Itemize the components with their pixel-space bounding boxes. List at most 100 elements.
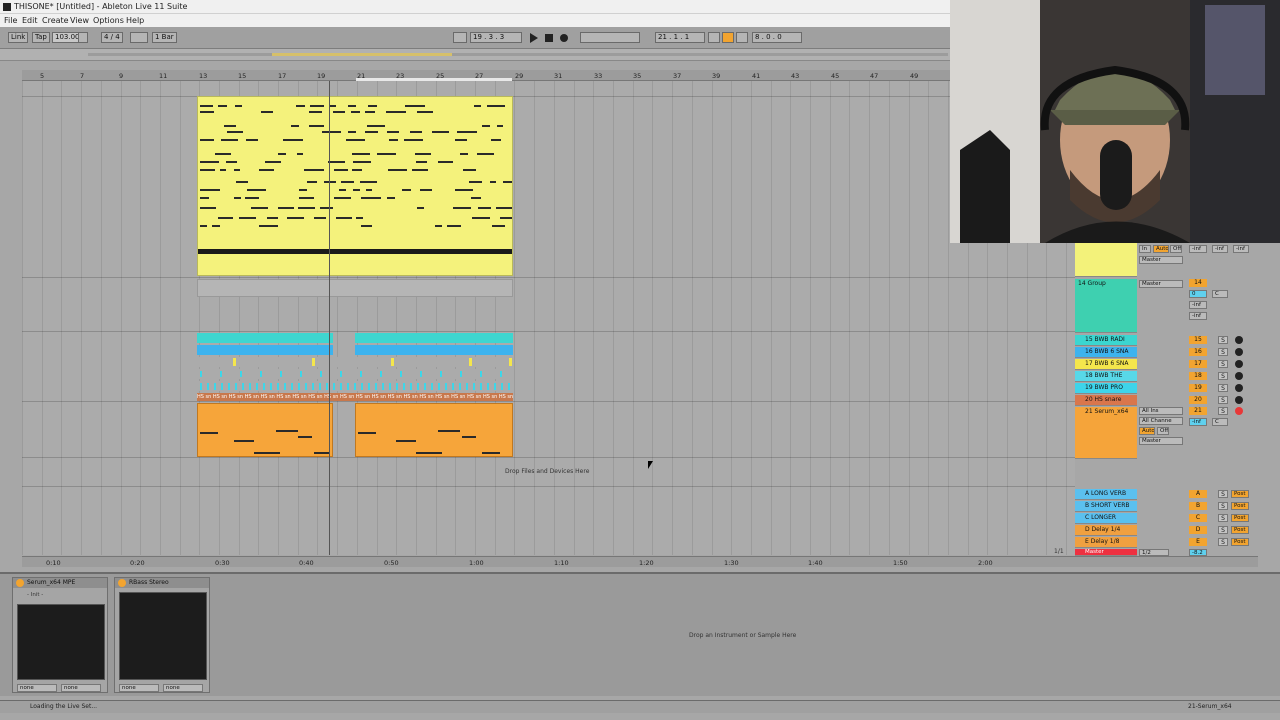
midi-clip-orange-1[interactable]	[197, 403, 333, 457]
device-rbass[interactable]: RBass Stereo none none	[114, 577, 210, 693]
drum-clip-15a[interactable]	[197, 333, 333, 343]
loop-switch-icon[interactable]	[722, 32, 734, 43]
track-number[interactable]: 16	[1189, 348, 1207, 356]
send-field[interactable]: -inf	[1189, 312, 1207, 320]
return-track-a[interactable]: A LONG VERB	[1075, 489, 1137, 500]
solo-button[interactable]: S	[1218, 538, 1228, 546]
arrangement-overview[interactable]	[0, 49, 950, 61]
menu-file[interactable]: File	[4, 16, 17, 25]
return-track-e[interactable]: E Delay 1/8	[1075, 537, 1137, 548]
post-button[interactable]: Post	[1231, 538, 1249, 546]
solo-button[interactable]: S	[1218, 526, 1228, 534]
post-button[interactable]: Post	[1231, 490, 1249, 498]
record-icon[interactable]	[560, 34, 568, 42]
drum-clip-18[interactable]	[197, 369, 513, 379]
solo-button[interactable]: S	[1218, 360, 1228, 368]
drum-clip-20[interactable]: HS sn HS sn HS sn HS sn HS sn HS sn HS s…	[197, 393, 513, 401]
track-number[interactable]: 17	[1189, 360, 1207, 368]
track-header-15[interactable]: 15 BWB RADI	[1075, 335, 1137, 346]
return-track-c[interactable]: C LONGER	[1075, 513, 1137, 524]
return-letter[interactable]: A	[1189, 490, 1207, 498]
track-header-16[interactable]: 16 BWB 6 SNA	[1075, 347, 1137, 358]
menu-options[interactable]: Options	[93, 16, 124, 25]
menu-view[interactable]: View	[70, 16, 89, 25]
pan-field[interactable]: C	[1212, 418, 1228, 426]
loop-length-field[interactable]: 8 . 0 . 0	[752, 32, 802, 43]
output-routing[interactable]: Master	[1139, 256, 1183, 264]
arm-icon[interactable]	[1235, 336, 1243, 344]
solo-button[interactable]: S	[1218, 490, 1228, 498]
master-output[interactable]: 1/2	[1139, 549, 1169, 556]
send-field[interactable]: -inf	[1189, 301, 1207, 309]
output-select[interactable]: none	[61, 684, 101, 692]
power-icon[interactable]	[16, 579, 24, 587]
tap-tempo-button[interactable]: Tap	[32, 32, 50, 43]
track-header-18[interactable]: 18 BWB THE	[1075, 371, 1137, 382]
input-type[interactable]: All Ins	[1139, 407, 1183, 415]
track-number[interactable]: 14	[1189, 279, 1207, 287]
drum-clip-19[interactable]	[197, 381, 513, 391]
input-select[interactable]: none	[17, 684, 57, 692]
solo-button[interactable]: S	[1218, 502, 1228, 510]
group-clip[interactable]	[197, 279, 513, 297]
return-letter[interactable]: B	[1189, 502, 1207, 510]
track-header-20[interactable]: 20 HS snare	[1075, 395, 1137, 406]
solo-button[interactable]: S	[1218, 514, 1228, 522]
off-button[interactable]: Off	[1157, 427, 1169, 435]
arm-icon[interactable]	[1235, 384, 1243, 392]
return-track-b[interactable]: B SHORT VERB	[1075, 501, 1137, 512]
input-channel[interactable]: All Channe	[1139, 417, 1183, 425]
volume-field[interactable]: -inf	[1189, 245, 1207, 253]
auto-button[interactable]: Auto	[1139, 427, 1155, 435]
preset-name[interactable]: - Init -	[27, 592, 43, 598]
output-select[interactable]: none	[163, 684, 203, 692]
arm-icon[interactable]	[1235, 348, 1243, 356]
output-routing[interactable]: Master	[1139, 437, 1183, 445]
track-number[interactable]: 19	[1189, 384, 1207, 392]
punch-out-icon[interactable]	[736, 32, 748, 43]
drum-clip-17[interactable]	[197, 357, 513, 367]
time-ruler[interactable]: 0:10 0:20 0:30 0:40 0:50 1:00 1:10 1:20 …	[22, 556, 1258, 567]
input-button[interactable]: In	[1139, 245, 1151, 253]
solo-button[interactable]: S	[1218, 407, 1228, 415]
send-field[interactable]: -inf	[1233, 245, 1249, 253]
menu-edit[interactable]: Edit	[22, 16, 38, 25]
follow-icon[interactable]	[453, 32, 467, 43]
arm-icon[interactable]	[1235, 407, 1243, 415]
arrangement-position-field[interactable]: 19 . 3 . 3	[470, 32, 522, 43]
plugin-display[interactable]	[17, 604, 105, 680]
master-track[interactable]: Master	[1075, 549, 1137, 556]
nudge-icon[interactable]	[78, 32, 88, 43]
off-button[interactable]: Off	[1170, 245, 1182, 253]
track-header-17[interactable]: 17 BWB 6 SNA	[1075, 359, 1137, 370]
time-signature-field[interactable]: 4 / 4	[101, 32, 123, 43]
menu-help[interactable]: Help	[126, 16, 144, 25]
post-button[interactable]: Post	[1231, 514, 1249, 522]
plugin-display[interactable]	[119, 592, 207, 680]
track-header-19[interactable]: 19 BWB PRO	[1075, 383, 1137, 394]
auto-button[interactable]: Auto	[1153, 245, 1169, 253]
solo-button[interactable]: S	[1218, 384, 1228, 392]
drum-clip-16b[interactable]	[355, 345, 513, 355]
volume-field[interactable]: 0	[1189, 290, 1207, 298]
bar-ruler[interactable]: 5 7 9 11 13 15 17 19 21 23 25 27 29 31 3…	[22, 70, 950, 81]
track-number[interactable]: 18	[1189, 372, 1207, 380]
pan-field[interactable]: C	[1212, 290, 1228, 298]
drum-clip-15b[interactable]	[355, 333, 513, 343]
arrangement-view[interactable]: HS sn HS sn HS sn HS sn HS sn HS sn HS s…	[22, 81, 1075, 555]
master-volume[interactable]: -8.2	[1189, 549, 1207, 556]
post-button[interactable]: Post	[1231, 502, 1249, 510]
device-serum[interactable]: Serum_x64 MPE - Init - none none	[12, 577, 108, 693]
punch-in-icon[interactable]	[708, 32, 720, 43]
midi-clip-yellow[interactable]	[197, 96, 513, 276]
return-letter[interactable]: D	[1189, 526, 1207, 534]
menu-create[interactable]: Create	[42, 16, 69, 25]
pan-field[interactable]: -inf	[1212, 245, 1228, 253]
track-header-yellow[interactable]	[1075, 243, 1137, 277]
track-number[interactable]: 21	[1189, 407, 1207, 415]
arm-icon[interactable]	[1235, 396, 1243, 404]
loop-start-field[interactable]: 21 . 1 . 1	[655, 32, 705, 43]
track-number[interactable]: 20	[1189, 396, 1207, 404]
metronome-icon[interactable]	[130, 32, 148, 43]
solo-button[interactable]: S	[1218, 396, 1228, 404]
